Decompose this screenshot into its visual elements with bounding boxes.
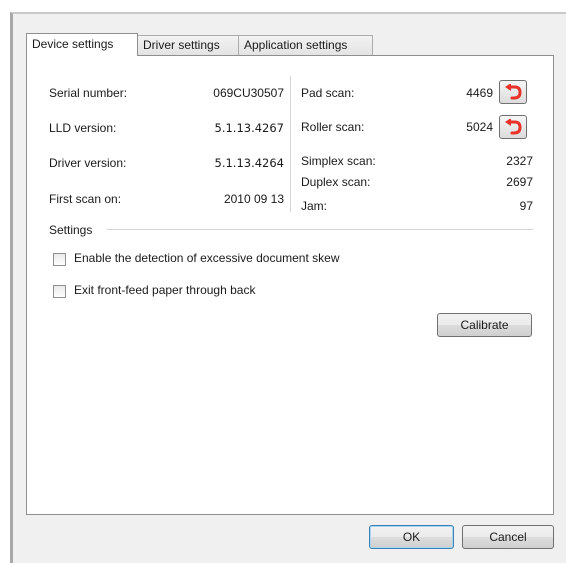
first-scan-label: First scan on:	[49, 192, 122, 206]
settings-group-label: Settings	[49, 223, 93, 237]
skew-detection-checkbox[interactable]	[53, 253, 66, 266]
simplex-scan-value: 2327	[506, 154, 533, 168]
lld-version-value: 5.1.13.4267	[214, 121, 285, 135]
cancel-button[interactable]: Cancel	[462, 525, 554, 549]
driver-version-label: Driver version:	[49, 156, 127, 170]
skew-detection-label[interactable]: Enable the detection of excessive docume…	[74, 251, 340, 265]
settings-group-line	[107, 229, 533, 230]
reset-counter-icon	[505, 119, 522, 135]
reset-roller-counter-button[interactable]	[499, 115, 527, 139]
duplex-scan-label: Duplex scan:	[301, 175, 371, 189]
simplex-scan-label: Simplex scan:	[301, 154, 376, 168]
ok-button[interactable]: OK	[369, 525, 454, 549]
duplex-scan-value: 2697	[506, 175, 533, 189]
serial-number-label: Serial number:	[49, 86, 128, 100]
tab-application-settings[interactable]: Application settings	[238, 35, 373, 55]
column-divider	[290, 76, 291, 212]
tab-device-settings[interactable]: Device settings	[26, 33, 138, 56]
exit-through-back-checkbox[interactable]	[53, 285, 66, 298]
serial-number-value: 069CU30507	[213, 86, 284, 100]
driver-version-value: 5.1.13.4264	[214, 156, 285, 170]
calibrate-button[interactable]: Calibrate	[437, 313, 532, 337]
reset-pad-counter-button[interactable]	[499, 80, 527, 104]
jam-label: Jam:	[301, 199, 328, 213]
first-scan-value: 2010 09 13	[223, 192, 284, 206]
device-settings-panel: Serial number: 069CU30507 LLD version: 5…	[26, 55, 554, 515]
roller-scan-value: 5024	[466, 120, 493, 134]
tab-driver-settings[interactable]: Driver settings	[137, 35, 239, 55]
reset-counter-icon	[505, 84, 522, 100]
jam-value: 97	[519, 199, 533, 213]
pad-scan-value: 4469	[466, 86, 493, 100]
exit-through-back-label[interactable]: Exit front-feed paper through back	[74, 283, 255, 297]
pad-scan-label: Pad scan:	[301, 86, 355, 100]
roller-scan-label: Roller scan:	[301, 120, 365, 134]
lld-version-label: LLD version:	[49, 121, 117, 135]
